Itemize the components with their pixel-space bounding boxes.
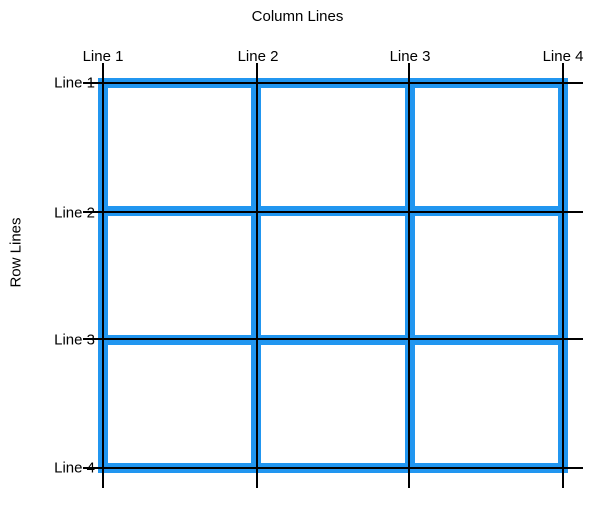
column-line-3: [408, 63, 410, 488]
row-line-labels: Line 1 Line 2 Line 3 Line 4: [40, 78, 95, 473]
grid-cell: [108, 345, 251, 463]
grid-cell: [261, 88, 404, 206]
row-line-4: [83, 467, 583, 469]
row-line-1: [83, 82, 583, 84]
rows-axis-title: Row Lines: [6, 0, 26, 505]
row-line-2: [83, 211, 583, 213]
grid-cell: [261, 345, 404, 463]
grid-cell: [108, 216, 251, 334]
column-line-labels: Line 1 Line 2 Line 3 Line 4: [98, 48, 568, 68]
row-line-3-label: Line 3: [54, 332, 95, 349]
col-line-3-label: Line 3: [390, 48, 431, 65]
grid-cell: [261, 216, 404, 334]
grid-cell: [415, 345, 558, 463]
columns-axis-title: Column Lines: [0, 8, 595, 25]
row-line-3: [83, 338, 583, 340]
grid-background: [98, 78, 568, 473]
column-line-1: [102, 63, 104, 488]
column-line-2: [256, 63, 258, 488]
grid-cell: [415, 88, 558, 206]
col-line-2-label: Line 2: [238, 48, 279, 65]
grid-diagram: [98, 78, 568, 473]
grid-cell: [108, 88, 251, 206]
row-line-2-label: Line 2: [54, 205, 95, 222]
column-line-4: [562, 63, 564, 488]
rows-axis-title-text: Row Lines: [8, 217, 25, 287]
grid-cell: [415, 216, 558, 334]
